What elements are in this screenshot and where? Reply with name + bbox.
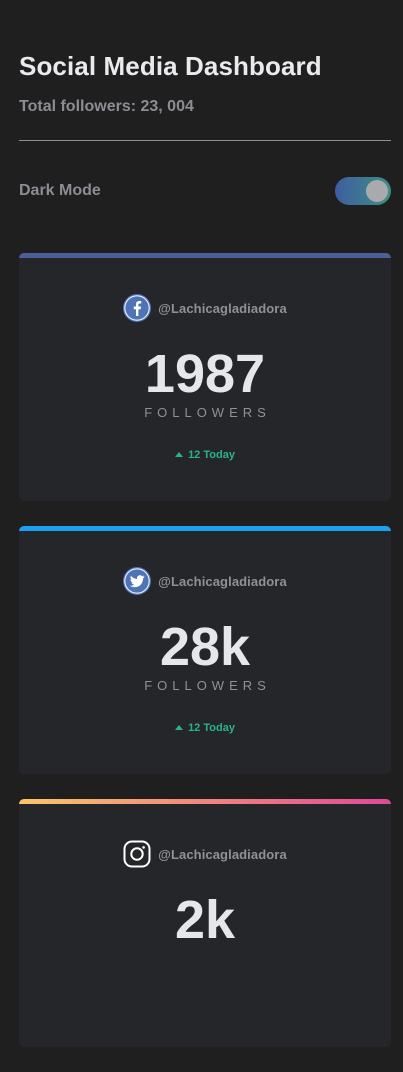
arrow-up-icon — [175, 452, 184, 457]
follower-cards: @Lachicagladiadora 1987 FOLLOWERS 12 Tod… — [19, 253, 391, 1047]
twitter-handle: @Lachicagladiadora — [158, 573, 287, 589]
twitter-handle-row: @Lachicagladiadora — [19, 567, 391, 595]
twitter-card[interactable]: @Lachicagladiadora 28k FOLLOWERS 12 Toda… — [19, 526, 391, 774]
instagram-handle-row: @Lachicagladiadora — [19, 840, 391, 868]
facebook-card[interactable]: @Lachicagladiadora 1987 FOLLOWERS 12 Tod… — [19, 253, 391, 501]
twitter-today-text: 12 Today — [188, 722, 235, 734]
facebook-follower-count: 1987 — [144, 344, 266, 404]
twitter-today-change: 12 Today — [19, 722, 391, 734]
page-title: Social Media Dashboard — [19, 51, 322, 81]
facebook-card-accent-bar — [19, 253, 391, 258]
facebook-handle: @Lachicagladiadora — [158, 300, 287, 316]
twitter-icon — [123, 567, 152, 595]
instagram-card[interactable]: @Lachicagladiadora 2k — [19, 799, 391, 1047]
arrow-up-icon — [175, 725, 184, 730]
facebook-icon — [123, 294, 152, 322]
dark-mode-row: Dark Mode — [19, 177, 391, 205]
instagram-card-accent-bar — [19, 799, 391, 804]
dark-mode-toggle[interactable] — [335, 177, 391, 205]
twitter-followers-label: FOLLOWERS — [144, 678, 271, 693]
twitter-follower-count: 28k — [159, 617, 251, 677]
toggle-knob — [366, 180, 388, 202]
twitter-card-accent-bar — [19, 526, 391, 531]
instagram-follower-count: 2k — [174, 890, 236, 950]
total-followers-text: Total followers: 23, 004 — [19, 98, 194, 115]
dark-mode-label: Dark Mode — [19, 182, 101, 199]
header-divider — [19, 140, 391, 141]
facebook-today-text: 12 Today — [188, 449, 235, 461]
facebook-today-change: 12 Today — [19, 449, 391, 461]
facebook-followers-label: FOLLOWERS — [144, 405, 271, 420]
dashboard-page: Social Media Dashboard Total followers: … — [19, 50, 391, 1072]
instagram-icon — [123, 840, 151, 868]
instagram-handle: @Lachicagladiadora — [158, 846, 287, 862]
facebook-handle-row: @Lachicagladiadora — [19, 294, 391, 322]
